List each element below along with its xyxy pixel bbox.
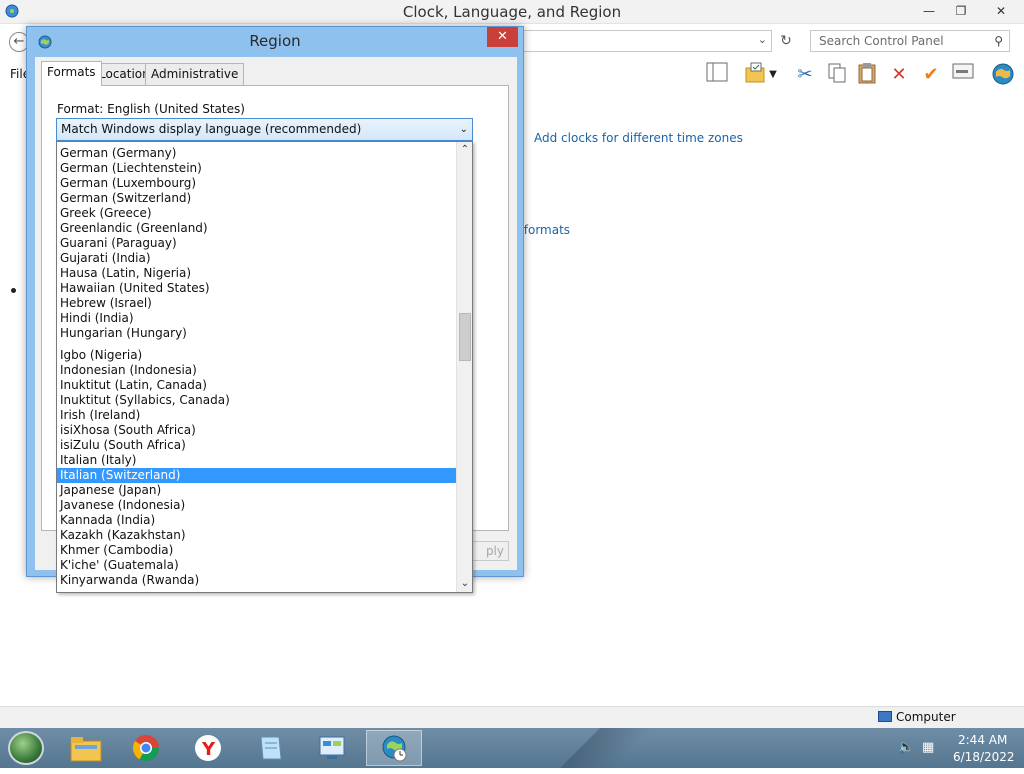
search-icon[interactable]: ⚲ [994,31,1003,51]
list-item[interactable]: Greek (Greece) [57,206,456,221]
properties-icon[interactable] [950,62,976,88]
tab-formats[interactable]: Formats [41,61,102,86]
combo-value: Match Windows display language (recommen… [61,122,362,136]
list-item[interactable]: German (Germany) [57,146,456,161]
refresh-icon[interactable]: ↻ [776,32,796,52]
chevron-down-icon[interactable]: ▼ [766,62,780,88]
list-item[interactable]: Kazakh (Kazakhstan) [57,528,456,543]
search-placeholder: Search Control Panel [819,34,944,48]
network-icon[interactable]: ▦ [922,740,934,755]
list-item[interactable]: K'iche' (Guatemala) [57,558,456,573]
folder-options-icon[interactable] [742,62,768,88]
list-item[interactable]: isiZulu (South Africa) [57,438,456,453]
list-item[interactable]: Inuktitut (Latin, Canada) [57,378,456,393]
delete-icon[interactable]: ✕ [886,62,912,88]
notepad-icon[interactable] [242,730,298,766]
list-item[interactable]: Inuktitut (Syllabics, Canada) [57,393,456,408]
restore-button[interactable]: ❐ [946,0,976,22]
list-item[interactable]: Guarani (Paraguay) [57,236,456,251]
window-title: Clock, Language, and Region [402,3,622,21]
list-item[interactable]: German (Switzerland) [57,191,456,206]
list-item[interactable]: Hebrew (Israel) [57,296,456,311]
chevron-down-icon[interactable]: ⌄ [758,33,767,46]
computer-icon [878,711,892,722]
list-item[interactable]: Kannada (India) [57,513,456,528]
clock-time[interactable]: 2:44 AM [958,733,1007,747]
list-item[interactable]: Khmer (Cambodia) [57,543,456,558]
scroll-down-arrow-icon[interactable]: ⌄ [457,576,472,592]
paste-icon[interactable] [854,62,880,88]
list-item[interactable]: Kinyarwanda (Rwanda) [57,573,456,588]
list-item-clipped [57,341,456,348]
list-item[interactable]: German (Luxembourg) [57,176,456,191]
svg-text:Y: Y [201,739,216,760]
list-item[interactable]: Hausa (Latin, Nigeria) [57,266,456,281]
dialog-title: Region [249,32,301,50]
dropdown-items: German (Germany) German (Liechtenstein) Ge… [57,146,456,588]
layout-pane-icon[interactable] [704,62,730,88]
copy-icon[interactable] [824,62,850,88]
search-input[interactable]: Search Control Panel ⚲ [810,30,1010,52]
status-computer: Computer [878,710,956,724]
list-item[interactable]: Hindi (India) [57,311,456,326]
dialog-close-button[interactable]: ✕ [487,27,518,47]
minimize-button[interactable]: — [914,0,944,22]
globe-icon[interactable] [990,62,1016,88]
list-item[interactable]: Hungarian (Hungary) [57,326,456,341]
dropdown-scrollbar[interactable]: ⌃ ⌄ [456,142,472,592]
format-label: Format: English (United States) [57,102,245,116]
file-explorer-icon[interactable] [58,730,114,766]
volume-muted-icon[interactable]: 🔈 [898,740,914,755]
list-item-selected[interactable]: Italian (Switzerland) [57,468,456,483]
close-button[interactable]: ✕ [986,0,1016,22]
list-item[interactable]: Irish (Ireland) [57,408,456,423]
yandex-browser-icon[interactable]: Y [180,730,236,766]
main-title-bar: Clock, Language, and Region — ❐ ✕ [0,0,1024,24]
status-bar: Computer [0,706,1024,728]
chevron-down-icon[interactable]: ⌄ [460,119,468,140]
toolbar: ▼ ✂ ✕ ✔ [700,60,1024,90]
taskbar: Y 🔈 ▦ 2:44 AM 6/18/2022 [0,728,1024,768]
control-panel-taskbar-icon[interactable] [304,730,360,766]
list-bullet [11,288,16,293]
list-item[interactable]: Javanese (Indonesia) [57,498,456,513]
address-bar[interactable]: ⌄ [520,30,772,52]
add-clocks-link[interactable]: Add clocks for different time zones [534,131,743,145]
scroll-up-arrow-icon[interactable]: ⌃ [457,142,472,158]
list-item[interactable]: Italian (Italy) [57,453,456,468]
list-item[interactable]: Hawaiian (United States) [57,281,456,296]
checkmark-icon[interactable]: ✔ [918,62,944,88]
list-item[interactable]: Indonesian (Indonesia) [57,363,456,378]
format-dropdown-list[interactable]: German (Germany) German (Liechtenstein) Ge… [56,141,473,593]
scrollbar-thumb[interactable] [459,313,471,361]
status-computer-label: Computer [896,710,956,724]
taskbar-background-art [500,728,680,768]
list-item[interactable]: Gujarati (India) [57,251,456,266]
list-item[interactable]: German (Liechtenstein) [57,161,456,176]
tab-administrative[interactable]: Administrative [145,63,245,85]
clock-date[interactable]: 6/18/2022 [953,750,1015,764]
format-combobox[interactable]: Match Windows display language (recommen… [56,118,473,141]
list-item[interactable]: Japanese (Japan) [57,483,456,498]
start-button[interactable] [8,731,44,765]
list-item[interactable]: Igbo (Nigeria) [57,348,456,363]
list-item[interactable]: Greenlandic (Greenland) [57,221,456,236]
region-taskbar-icon[interactable] [366,730,422,766]
list-item[interactable]: isiXhosa (South Africa) [57,423,456,438]
cut-icon[interactable]: ✂ [792,62,818,88]
chrome-icon[interactable] [118,730,174,766]
